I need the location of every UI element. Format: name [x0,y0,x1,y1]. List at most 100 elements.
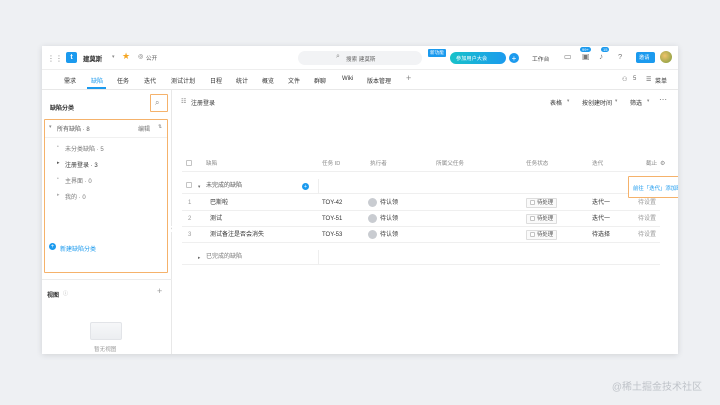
expand-arrow-icon[interactable]: ▸ [57,160,60,166]
add-tab-icon[interactable]: + [406,73,411,83]
tab-statistics[interactable]: 统计 [236,76,248,85]
tab-overview[interactable]: 概览 [262,76,274,85]
tab-wiki[interactable]: Wiki [342,76,353,82]
all-bugs-item[interactable]: 所有缺陷 · 8 [57,124,90,133]
apps-grid-icon[interactable]: ⋮⋮ [47,53,63,63]
inbox-icon[interactable]: ▣ [582,52,590,61]
status-cell[interactable]: 待处理 [526,212,558,227]
new-category-link[interactable]: 新建缺陷分类 [60,244,96,253]
column-header-status[interactable]: 任务状态 [526,157,548,172]
project-name[interactable]: 建莫斯 [83,54,102,63]
promo-button[interactable]: 参加用户大会 [450,52,506,64]
category-search-button[interactable]: ⌕ [150,94,168,112]
status-label: 待处理 [537,216,554,222]
view-selector[interactable]: 表格 [550,98,562,107]
due-date-cell[interactable]: 待设置 [638,228,656,243]
calendar-icon[interactable]: ▭ [564,52,572,61]
sidebar-item-main-ui[interactable]: 主界面 · 0 [65,176,92,185]
status-label: 待处理 [537,232,554,238]
edit-categories-link[interactable]: 编辑 [138,124,150,133]
collapse-arrow-icon[interactable]: ▾ [198,179,200,194]
workbench-link[interactable]: 工作台 [532,54,549,63]
status-icon [530,232,535,238]
sidebar-item-register-login[interactable]: 注册登录 · 3 [65,160,98,169]
sidebar-item-uncategorized[interactable]: 未分类缺陷 · 5 [65,144,104,153]
new-feature-badge: 新功能 [428,49,446,57]
group-header-complete[interactable]: ▸ 已完成的缺陷 [182,250,660,265]
add-bug-icon[interactable]: + [302,183,309,190]
collapse-arrow-icon[interactable]: ▾ [49,124,52,130]
tab-bugs[interactable]: 缺陷 [91,76,103,85]
members-icon[interactable]: ⚇ [622,76,627,83]
group-checkbox[interactable] [186,182,192,189]
assignee-cell[interactable]: 待认领 [368,212,398,227]
add-icon[interactable]: + [509,53,519,63]
status-cell[interactable]: 待处理 [526,196,558,211]
search-box[interactable]: ⌕ 搜索 建莫斯 [298,51,422,65]
invite-label: 邀请 [639,55,650,61]
table-row[interactable]: 1 巴斯啦 TOY-42 待认领 待处理 迭代一 待设置 [182,196,660,211]
help-icon[interactable]: ? [618,52,622,61]
category-list: ▾ 所有缺陷 · 8 编辑 ⇅ • 未分类缺陷 · 5 ▸ 注册登录 · 3 •… [44,119,168,273]
sort-icon[interactable]: ⇅ [158,124,162,130]
assignee-cell[interactable]: 待认领 [368,228,398,243]
add-from-sprint-link[interactable]: 前往「迭代」添加缺陷 [633,184,678,192]
tab-files[interactable]: 文件 [288,76,300,85]
tab-schedule[interactable]: 日程 [210,76,222,85]
tab-sprints[interactable]: 迭代 [144,76,156,85]
sprint-cell[interactable]: 迭代一 [592,196,610,211]
row-number: 2 [188,216,192,222]
tab-group-chat[interactable]: 群聊 [314,76,326,85]
filter-button[interactable]: 筛选 [630,98,642,107]
add-category-icon[interactable]: + [49,243,56,250]
bullet-icon: • [57,144,59,150]
bell-icon[interactable]: ♪ [599,52,603,61]
column-header-assignee[interactable]: 执行者 [370,157,387,172]
select-all-checkbox[interactable] [186,160,192,167]
chevron-down-icon[interactable]: ▾ [647,98,649,104]
column-header-title[interactable]: 缺陷 [206,157,217,172]
sprint-cell[interactable]: 迭代一 [592,212,610,227]
add-view-icon[interactable]: + [157,286,162,296]
sidebar-item-mine[interactable]: 我的 · 0 [65,192,86,201]
chevron-down-icon[interactable]: ▾ [567,98,569,104]
status-cell[interactable]: 待处理 [526,228,558,243]
expand-arrow-icon[interactable]: ▸ [198,250,200,265]
row-number: 1 [188,200,192,206]
breadcrumb: 注册登录 [191,101,216,107]
menu-icon[interactable]: ☰ [646,76,651,83]
chevron-down-icon[interactable]: ▾ [112,54,115,60]
expand-arrow-icon[interactable]: ▸ [57,192,60,198]
due-date-cell[interactable]: 待设置 [638,196,656,211]
chevron-down-icon[interactable]: ▾ [615,98,617,104]
tab-requirements[interactable]: 需求 [64,76,76,85]
table-row[interactable]: 2 测试 TOY-51 待认领 待处理 迭代一 待设置 [182,212,660,227]
bug-title[interactable]: 测试 [210,212,222,227]
group-header-incomplete[interactable]: ▾ 未完成的缺陷 + [182,179,660,194]
column-header-task-id[interactable]: 任务 ID [322,157,340,172]
menu-label[interactable]: 菜单 [655,76,667,85]
assignee-cell[interactable]: 待认领 [368,196,398,211]
star-icon[interactable]: ★ [122,51,130,62]
column-header-parent-task[interactable]: 所属父任务 [436,157,464,172]
tab-versions[interactable]: 版本管理 [367,76,391,85]
task-id: TOY-53 [322,232,343,238]
assignee-name: 待认领 [380,232,399,238]
tab-tasks[interactable]: 任务 [117,76,129,85]
column-header-sprint[interactable]: 迭代 [592,157,603,172]
group-selector[interactable]: 按创建时间 [582,98,612,107]
status-label: 待处理 [537,200,554,206]
bug-title[interactable]: 测试备注是否会消失 [210,228,264,243]
invite-button[interactable]: 邀请 [636,52,655,63]
settings-gear-icon[interactable]: ⚙ [660,157,665,172]
bug-title[interactable]: 巴斯啦 [210,196,228,211]
tab-test-plans[interactable]: 测试计划 [171,76,195,85]
sprint-cell[interactable]: 待选择 [592,228,610,243]
row-number: 3 [188,232,192,238]
more-icon[interactable]: ⋯ [659,95,667,104]
due-date-cell[interactable]: 待设置 [638,212,656,227]
column-header-due[interactable]: 截止 [646,157,657,172]
visibility-label[interactable]: 公开 [146,54,157,62]
table-row[interactable]: 3 测试备注是否会消失 TOY-53 待认领 待处理 待选择 待设置 [182,228,660,243]
user-avatar[interactable] [660,51,672,63]
